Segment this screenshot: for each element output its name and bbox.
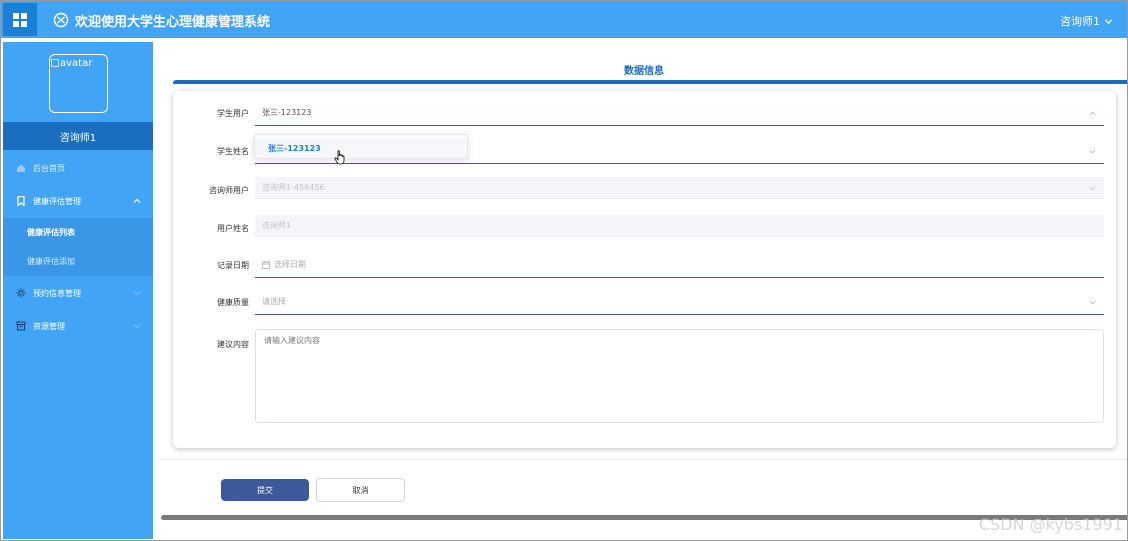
sun-icon xyxy=(15,287,27,299)
sidebar-subitem-assessment-add[interactable]: 健康评估添加 xyxy=(3,247,153,276)
sidebar-item-appointments[interactable]: 预约信息管理 xyxy=(3,278,153,308)
form-row-user-name: 用户姓名 咨询师1 xyxy=(173,215,1116,241)
app-window: 欢迎使用大学生心理健康管理系统 咨询师1 avatar 咨询师1 后台首页 健康… xyxy=(0,0,1128,541)
student-user-select[interactable]: 张三-123123 xyxy=(255,100,1104,126)
form-row-health-quality: 健康质量 请选择 xyxy=(173,289,1116,315)
top-header: 欢迎使用大学生心理健康管理系统 咨询师1 xyxy=(1,1,1127,38)
select-placeholder: 请选择 xyxy=(262,297,286,306)
bookmark-icon xyxy=(15,195,27,207)
dropdown-option[interactable]: 张三-123123 xyxy=(255,138,467,158)
field-label: 建议内容 xyxy=(217,340,249,349)
sidebar-item-resources[interactable]: 资源管理 xyxy=(3,311,153,341)
chevron-down-icon xyxy=(133,291,141,296)
archive-icon xyxy=(15,320,27,332)
student-user-dropdown: 张三-123123 xyxy=(254,134,468,159)
hand-cursor-icon xyxy=(334,150,345,165)
select-value: 咨询师1-456456 xyxy=(262,183,325,192)
chevron-up-icon xyxy=(1089,111,1096,116)
field-label: 用户姓名 xyxy=(217,224,249,233)
section-title-underline xyxy=(173,80,1127,84)
chevron-down-icon xyxy=(1089,186,1096,191)
sidebar-subitem-assessment-list[interactable]: 健康评估列表 xyxy=(3,218,153,247)
chevron-down-icon xyxy=(1089,149,1096,154)
chevron-down-icon xyxy=(133,324,141,329)
submit-button[interactable]: 提交 xyxy=(221,479,309,501)
calendar-icon xyxy=(262,260,270,269)
main-content: 数据信息 学生用户 张三-123123 学生姓名 咨询师用户 咨询师1-4564… xyxy=(159,42,1127,539)
broken-image-icon xyxy=(51,59,59,67)
advice-textarea[interactable] xyxy=(255,329,1104,423)
sidebar-item-health-assessment[interactable]: 健康评估管理 xyxy=(3,186,153,216)
app-title: 欢迎使用大学生心理健康管理系统 xyxy=(75,15,271,30)
cancel-button[interactable]: 取消 xyxy=(316,478,405,502)
date-placeholder: 选择日期 xyxy=(274,260,306,269)
sidebar-item-label: 资源管理 xyxy=(33,321,65,331)
input-value: 咨询师1 xyxy=(262,221,292,230)
field-label: 健康质量 xyxy=(217,298,249,307)
user-name-input: 咨询师1 xyxy=(255,215,1104,237)
field-label: 学生用户 xyxy=(217,109,249,118)
avatar-alt-text: avatar xyxy=(60,58,93,69)
form-row-counselor-user: 咨询师用户 咨询师1-456456 xyxy=(173,177,1116,203)
watermark: CSDN @kybs1991 xyxy=(978,515,1123,534)
sidebar-item-home[interactable]: 后台首页 xyxy=(3,153,153,183)
sidebar-item-label: 健康评估管理 xyxy=(33,196,81,206)
user-menu-label: 咨询师1 xyxy=(1060,15,1100,28)
menu-toggle-button[interactable] xyxy=(3,3,37,36)
chevron-up-icon xyxy=(133,198,141,203)
sidebar-item-label: 后台首页 xyxy=(33,163,65,173)
home-icon xyxy=(15,162,27,174)
sidebar-role: 咨询师1 xyxy=(3,122,153,150)
grid-icon xyxy=(13,12,27,27)
sidebar-subitem-label: 健康评估添加 xyxy=(27,257,75,266)
avatar: avatar xyxy=(49,54,108,113)
sidebar-submenu-health-assessment: 健康评估列表 健康评估添加 xyxy=(3,218,153,276)
chevron-down-icon xyxy=(1104,18,1113,24)
section-title: 数据信息 xyxy=(624,66,664,77)
record-date-picker[interactable]: 选择日期 xyxy=(255,252,1104,278)
sidebar-role-label: 咨询师1 xyxy=(59,132,97,144)
form-row-student-user: 学生用户 张三-123123 xyxy=(173,100,1116,126)
logo-icon xyxy=(53,12,69,28)
form-row-record-date: 记录日期 选择日期 xyxy=(173,252,1116,278)
field-label: 咨询师用户 xyxy=(209,186,249,195)
footer-divider xyxy=(159,459,1127,460)
field-label: 记录日期 xyxy=(217,261,249,270)
health-quality-select[interactable]: 请选择 xyxy=(255,289,1104,315)
sidebar-subitem-label: 健康评估列表 xyxy=(27,228,75,237)
select-value: 张三-123123 xyxy=(262,108,312,117)
sidebar: avatar 咨询师1 后台首页 健康评估管理 健康评估列表 健康评估添加 预约… xyxy=(3,42,153,539)
field-label: 学生姓名 xyxy=(217,147,249,156)
chevron-down-icon xyxy=(1089,300,1096,305)
user-menu[interactable]: 咨询师1 xyxy=(1060,13,1113,29)
counselor-user-select: 咨询师1-456456 xyxy=(255,177,1104,199)
sidebar-item-label: 预约信息管理 xyxy=(33,288,81,298)
